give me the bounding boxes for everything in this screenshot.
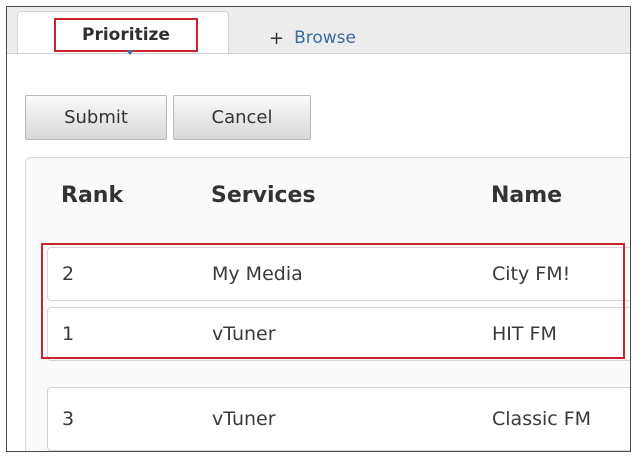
plus-icon: + [269,27,285,49]
cell-service: vTuner [212,408,276,430]
tab-prioritize-label: Prioritize [82,25,170,45]
column-header-rank: Rank [61,183,124,208]
cell-rank: 2 [62,263,75,285]
cancel-button[interactable]: Cancel [173,95,311,140]
cell-name: HIT FM [492,323,557,345]
column-header-services: Services [211,183,316,208]
tab-browse-label: Browse [294,28,356,48]
caret-down-icon [126,50,134,55]
submit-button[interactable]: Submit [25,95,167,140]
table-row[interactable]: 2 My Media City FM! [47,247,630,301]
table-row[interactable]: 1 vTuner HIT FM [47,307,630,361]
tab-browse[interactable]: + Browse [269,17,356,59]
tab-bar: Prioritize + Browse [7,7,630,55]
cell-name: Classic FM [492,408,592,430]
tab-prioritize[interactable]: Prioritize [17,11,229,55]
app-window: Prioritize + Browse Submit Cancel Rank S… [6,6,631,452]
cell-name: City FM! [492,263,571,285]
cell-rank: 1 [62,323,75,345]
cell-service: vTuner [212,323,276,345]
tab-prioritize-highlight: Prioritize [54,18,198,52]
cell-service: My Media [212,263,303,285]
cell-rank: 3 [62,408,75,430]
table-row[interactable]: 3 vTuner Classic FM [47,387,630,451]
column-header-name: Name [491,183,563,208]
